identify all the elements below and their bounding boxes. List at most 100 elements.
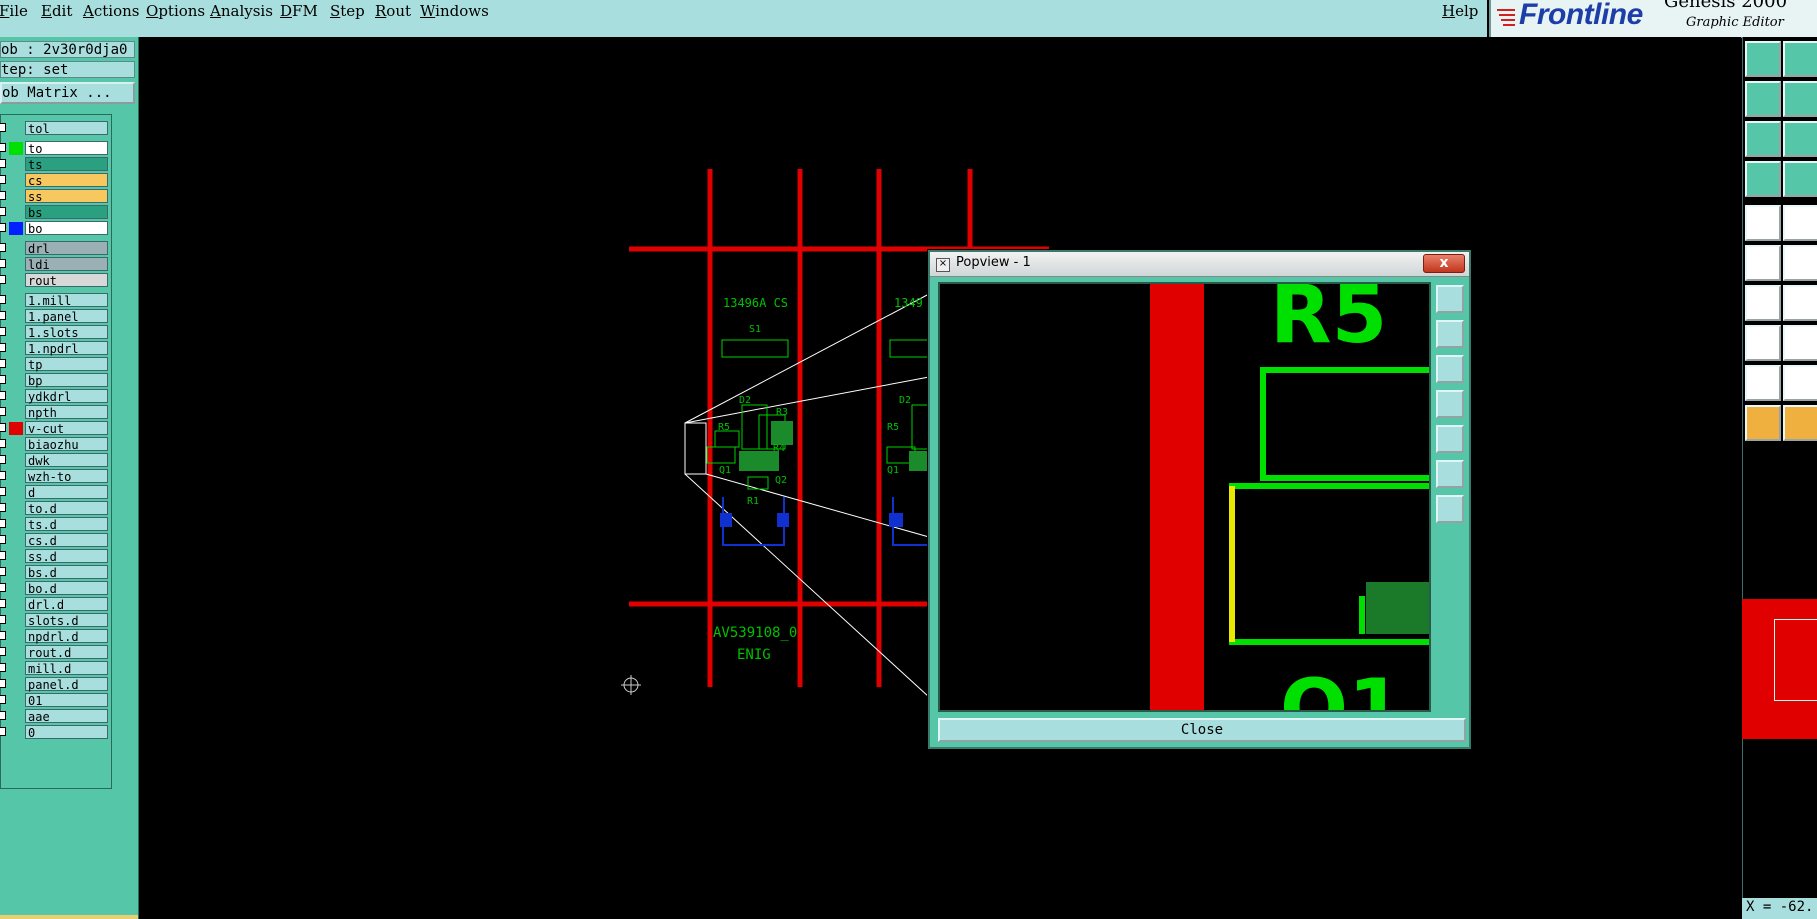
layer-checkbox[interactable] — [0, 223, 6, 232]
line-icon[interactable] — [1783, 285, 1817, 321]
layer-checkbox[interactable] — [0, 647, 6, 656]
layer-row[interactable]: rout — [0, 273, 111, 288]
layer-name[interactable]: npdrl.d — [25, 629, 108, 644]
popview-close-button[interactable]: Close — [938, 718, 1466, 742]
layer-name[interactable]: tp — [25, 357, 108, 372]
layer-name[interactable]: 1.mill — [25, 293, 108, 308]
layer-checkbox[interactable] — [0, 535, 6, 544]
layer-checkbox[interactable] — [0, 567, 6, 576]
layer-row[interactable]: 1.mill — [0, 293, 111, 308]
close-icon[interactable]: x — [1423, 254, 1465, 273]
layer-name[interactable]: bo.d — [25, 581, 108, 596]
layer-row[interactable]: to — [0, 141, 111, 156]
layer-row[interactable]: tp — [0, 357, 111, 372]
layer-row[interactable]: drl — [0, 241, 111, 256]
layer-name[interactable]: ts.d — [25, 517, 108, 532]
select-arrow-alt-icon[interactable] — [1783, 405, 1817, 441]
layer-row[interactable]: tol — [0, 121, 111, 136]
layer-name[interactable]: 01 — [25, 693, 108, 708]
triangle-icon[interactable] — [1745, 365, 1781, 401]
layer-row[interactable]: dwk — [0, 453, 111, 468]
layer-checkbox[interactable] — [0, 455, 6, 464]
layer-name[interactable]: bs — [25, 205, 108, 220]
layer-row[interactable]: 0 — [0, 725, 111, 740]
popview-viewport[interactable]: R5 Q1 — [938, 282, 1431, 712]
layer-color-swatch[interactable] — [9, 422, 23, 435]
pan-left-icon[interactable] — [1436, 390, 1464, 418]
layer-row[interactable]: ts.d — [0, 517, 111, 532]
layer-name[interactable]: rout.d — [25, 645, 108, 660]
menu-edit[interactable]: Edit — [41, 2, 72, 20]
layer-row[interactable]: rout.d — [0, 645, 111, 660]
layer-row[interactable]: biaozhu — [0, 437, 111, 452]
layer-checkbox[interactable] — [0, 259, 6, 268]
layer-checkbox[interactable] — [0, 423, 6, 432]
pan-up-icon[interactable] — [1436, 320, 1464, 348]
dash-icon[interactable] — [1783, 325, 1817, 361]
layer-row[interactable]: ss — [0, 189, 111, 204]
layer-name[interactable]: v-cut — [25, 421, 108, 436]
zoom-in-icon[interactable] — [1436, 460, 1464, 488]
layer-checkbox[interactable] — [0, 159, 6, 168]
layer-checkbox[interactable] — [0, 391, 6, 400]
layer-checkbox[interactable] — [0, 711, 6, 720]
layer-name[interactable]: rout — [25, 273, 108, 288]
layer-row[interactable]: bs.d — [0, 565, 111, 580]
layer-checkbox[interactable] — [0, 295, 6, 304]
layer-checkbox[interactable] — [0, 487, 6, 496]
layer-name[interactable]: tol — [25, 121, 108, 136]
layer-color-swatch[interactable] — [9, 142, 23, 155]
layer-row[interactable]: bo.d — [0, 581, 111, 596]
layer-row[interactable]: mill.d — [0, 661, 111, 676]
zoom-window-icon[interactable] — [1436, 285, 1464, 313]
layer-row[interactable]: to.d — [0, 501, 111, 516]
layer-row[interactable]: 1.npdrl — [0, 341, 111, 356]
layer-checkbox[interactable] — [0, 695, 6, 704]
pan-right-icon[interactable] — [1436, 425, 1464, 453]
layer-checkbox[interactable] — [0, 375, 6, 384]
layer-name[interactable]: 1.npdrl — [25, 341, 108, 356]
layer-row[interactable]: panel.d — [0, 677, 111, 692]
layer-name[interactable]: ts — [25, 157, 108, 172]
menu-dfm[interactable]: DFM — [280, 2, 318, 20]
layer-name[interactable]: to — [25, 141, 108, 156]
layer-checkbox[interactable] — [0, 471, 6, 480]
layer-checkbox[interactable] — [0, 599, 6, 608]
layer-name[interactable]: ss — [25, 189, 108, 204]
layer-checkbox[interactable] — [0, 143, 6, 152]
layer-name[interactable]: d — [25, 485, 108, 500]
connect-icon[interactable] — [1745, 245, 1781, 281]
layer-row[interactable]: drl.d — [0, 597, 111, 612]
grid-icon[interactable] — [1783, 161, 1817, 197]
layer-row[interactable]: aae — [0, 709, 111, 724]
overview-minimap[interactable] — [1742, 599, 1817, 739]
layer-row[interactable]: ldi — [0, 257, 111, 272]
layer-checkbox[interactable] — [0, 191, 6, 200]
layer-name[interactable]: 1.panel — [25, 309, 108, 324]
layer-color-swatch[interactable] — [9, 222, 23, 235]
layer-name[interactable]: drl — [25, 241, 108, 256]
layer-name[interactable]: ydkdrl — [25, 389, 108, 404]
menu-windows[interactable]: Windows — [420, 2, 489, 20]
pad-icon[interactable] — [1745, 325, 1781, 361]
layer-name[interactable]: mill.d — [25, 661, 108, 676]
menu-actions[interactable]: Actions — [83, 2, 139, 20]
layer-checkbox[interactable] — [0, 439, 6, 448]
layer-row[interactable]: d — [0, 485, 111, 500]
pan-right-icon[interactable] — [1783, 81, 1817, 117]
pan-down-icon[interactable] — [1436, 355, 1464, 383]
snap-icon[interactable] — [1745, 205, 1781, 241]
layer-row[interactable]: ydkdrl — [0, 389, 111, 404]
layer-checkbox[interactable] — [0, 123, 6, 132]
menu-help[interactable]: Help — [1442, 2, 1478, 20]
layer-checkbox[interactable] — [0, 519, 6, 528]
layer-name[interactable]: cs.d — [25, 533, 108, 548]
pan-down-icon[interactable] — [1783, 41, 1817, 77]
menu-options[interactable]: Options — [146, 2, 205, 20]
layer-row[interactable]: bp — [0, 373, 111, 388]
arc-icon[interactable] — [1783, 365, 1817, 401]
layer-name[interactable]: aae — [25, 709, 108, 724]
job-matrix-button[interactable]: ob Matrix ... — [0, 82, 135, 104]
menu-analysis[interactable]: Analysis — [210, 2, 273, 20]
layer-name[interactable]: npth — [25, 405, 108, 420]
